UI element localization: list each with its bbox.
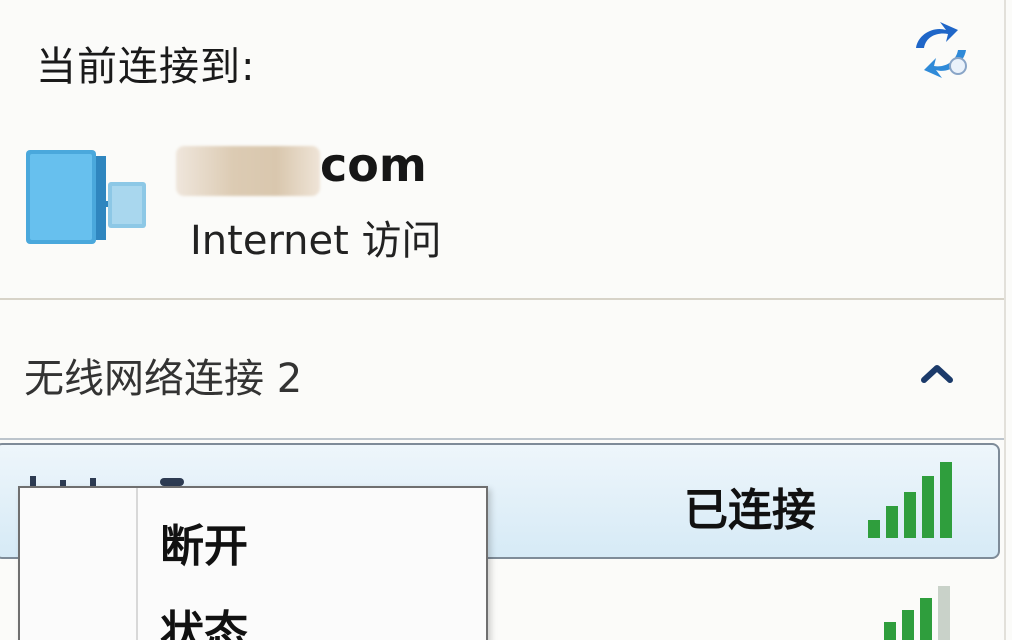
current-network-name: com [174, 138, 474, 196]
context-menu: 断开 状态 [18, 486, 488, 640]
network-name-suffix: com [320, 138, 427, 192]
connection-status: 已连接 [684, 485, 816, 536]
flyout-right-border [1004, 0, 1006, 640]
context-menu-gutter [136, 488, 138, 640]
chevron-up-icon[interactable] [918, 360, 956, 386]
signal-strength-icon [868, 462, 952, 538]
signal-strength-icon [884, 586, 950, 640]
refresh-icon[interactable] [906, 18, 976, 82]
current-connection-title: 当前连接到: [36, 44, 256, 90]
menu-item-status[interactable]: 状态 [160, 596, 248, 640]
network-flyout: 当前连接到: com Internet 访问 无线网络连接 2 已连接 断开 状… [0, 0, 1012, 640]
redacted-network-name [176, 146, 320, 196]
wireless-section-title: 无线网络连接 2 [24, 356, 303, 402]
network-access-status: Internet 访问 [190, 218, 442, 264]
section-separator [0, 438, 1004, 440]
network-icon [26, 150, 146, 244]
section-divider [0, 298, 1004, 300]
menu-item-disconnect[interactable]: 断开 [160, 510, 248, 574]
